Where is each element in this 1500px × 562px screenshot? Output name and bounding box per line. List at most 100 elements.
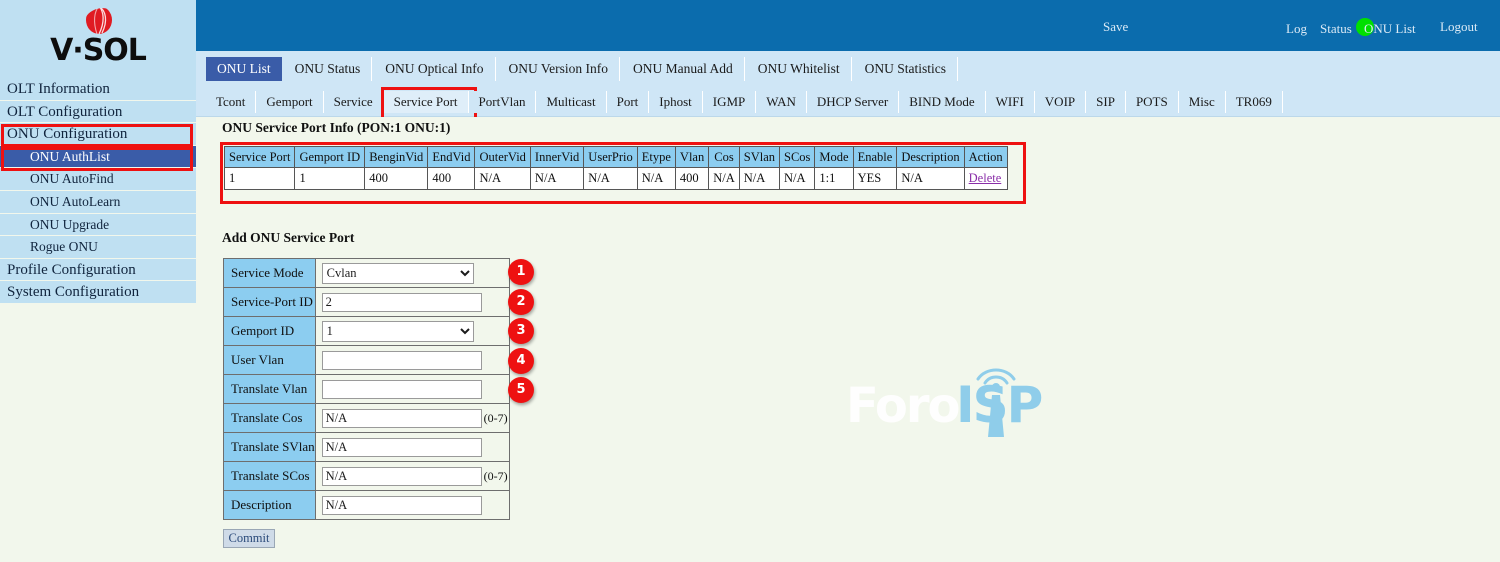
tab-onu-whitelist[interactable]: ONU Whitelist: [746, 57, 852, 81]
subtab-wifi[interactable]: WIFI: [985, 91, 1035, 113]
save-button[interactable]: Save: [1103, 19, 1128, 35]
subtab-service-port[interactable]: Service Port: [380, 87, 477, 123]
service-port-info-table-wrap: Service Port Gemport ID BenginVid EndVid Out…: [220, 142, 1008, 190]
sidebar-item-olt-information[interactable]: OLT Information: [0, 78, 196, 101]
column-header-endvid: EndVid: [427, 146, 476, 168]
description-input[interactable]: [321, 495, 482, 515]
form-row: Translate Cos (0-7): [223, 403, 510, 433]
log-link[interactable]: Log: [1286, 21, 1307, 37]
cell-gemport-id: 1: [294, 167, 366, 190]
form-label-translate-cos: Translate Cos: [223, 403, 316, 433]
form-label-gemport-id: Gemport ID: [223, 316, 316, 346]
sidebar-item-onu-upgrade[interactable]: ONU Upgrade: [0, 213, 196, 237]
delete-link[interactable]: Delete: [969, 171, 1002, 185]
gemport-id-select[interactable]: 1234: [321, 320, 474, 342]
sidebar-item-onu-autofind[interactable]: ONU AutoFind: [0, 168, 196, 191]
sidebar-item-label: Profile Configuration: [7, 261, 136, 278]
service-port-id-input[interactable]: [321, 292, 482, 312]
onu-list-link[interactable]: ONU List: [1364, 21, 1416, 37]
sidebar-item-onu-authlist[interactable]: ONU AuthList: [0, 145, 196, 169]
service-mode-select[interactable]: CvlanTransparentTranslateQinq: [321, 262, 474, 284]
column-header-cos: Cos: [708, 146, 740, 168]
form-field-cell: CvlanTransparentTranslateQinq: [314, 258, 510, 288]
form-field-cell: 1234: [314, 316, 510, 346]
translate-cos-input[interactable]: [321, 408, 482, 428]
cell-vlan: 400: [674, 167, 710, 190]
form-field-cell: [314, 374, 510, 404]
cell-innervid: N/A: [529, 167, 585, 190]
subtab-misc[interactable]: Misc: [1178, 91, 1226, 113]
form-label-description: Description: [223, 490, 316, 520]
cell-endvid: 400: [427, 167, 476, 190]
column-header-benginvid: BenginVid: [364, 146, 429, 168]
watermark-text-right: ISP: [956, 376, 1043, 434]
table-body: 1 1 400 400 N/A N/A N/A N/A 400 N/A N/A N/A 1:1 YES N/…: [223, 167, 1008, 190]
tab-onu-status[interactable]: ONU Status: [283, 57, 373, 81]
subtab-portvlan[interactable]: PortVlan: [468, 91, 537, 113]
add-section-title: Add ONU Service Port: [222, 230, 355, 245]
status-link[interactable]: Status: [1320, 21, 1352, 37]
translate-scos-input[interactable]: [321, 466, 482, 486]
sidebar-item-label: Rogue ONU: [30, 239, 98, 255]
subtab-gemport[interactable]: Gemport: [256, 91, 324, 113]
column-header-userprio: UserPrio: [583, 146, 638, 168]
column-header-innervid: InnerVid: [529, 146, 585, 168]
translate-vlan-input[interactable]: [321, 379, 482, 399]
secondary-tab-bar: Tcont Gemport Service Service Port PortVlan M…: [196, 87, 1500, 123]
form-row: Service-Port ID: [223, 287, 510, 317]
sidebar-item-label: OLT Information: [7, 81, 110, 97]
column-header-description: Description: [896, 146, 965, 168]
form-row: Translate SVlan: [223, 432, 510, 462]
sidebar-item-onu-autolearn[interactable]: ONU AutoLearn: [0, 190, 196, 214]
info-section-title: ONU Service Port Info (PON:1 ONU:1): [222, 120, 451, 135]
table-header-row: Service Port Gemport ID BenginVid EndVid Out…: [223, 146, 1008, 168]
brand-logo-text: V·SOL: [50, 33, 147, 68]
tab-onu-statistics[interactable]: ONU Statistics: [853, 57, 959, 81]
subtab-dhcp-server[interactable]: DHCP Server: [806, 91, 900, 113]
sidebar-item-system-configuration[interactable]: System Configuration: [0, 281, 196, 304]
form-field-cell: [314, 345, 510, 375]
column-header-action: Action: [963, 146, 1008, 168]
form-field-cell: [314, 432, 510, 462]
subtab-multicast[interactable]: Multicast: [536, 91, 607, 113]
sidebar-item-onu-configuration[interactable]: ONU Configuration: [0, 123, 196, 146]
column-header-svlan: SVlan: [738, 146, 781, 168]
subtab-service[interactable]: Service: [323, 91, 384, 113]
sidebar-item-olt-configuration[interactable]: OLT Configuration: [0, 100, 196, 124]
subtab-tr069[interactable]: TR069: [1225, 91, 1283, 113]
subtab-bind-mode[interactable]: BIND Mode: [899, 91, 986, 113]
sidebar-item-profile-configuration[interactable]: Profile Configuration: [0, 258, 196, 282]
brand-logo-area: V·SOL: [0, 0, 196, 78]
commit-button[interactable]: Commit: [223, 529, 275, 548]
foroisp-watermark: Foro ISP: [846, 360, 1056, 440]
subtab-pots[interactable]: POTS: [1125, 91, 1179, 113]
sidebar-item-rogue-onu[interactable]: Rogue ONU: [0, 236, 196, 259]
form-row: Description: [223, 490, 510, 520]
sidebar-item-label: System Configuration: [7, 284, 140, 301]
tab-onu-manual-add[interactable]: ONU Manual Add: [622, 57, 745, 81]
form-label-user-vlan: User Vlan: [223, 345, 316, 375]
form-label-translate-scos: Translate SCos: [223, 461, 316, 491]
form-row: Translate Vlan: [223, 374, 510, 404]
translate-svlan-input[interactable]: [321, 437, 482, 457]
signal-tower-icon: [976, 368, 1016, 437]
form-row: Gemport ID1234: [223, 316, 510, 346]
subtab-port[interactable]: Port: [606, 91, 650, 113]
sidebar-item-label: ONU AutoLearn: [30, 193, 121, 209]
tab-onu-list[interactable]: ONU List: [206, 57, 282, 81]
tab-onu-optical-info[interactable]: ONU Optical Info: [374, 57, 496, 81]
subtab-tcont[interactable]: Tcont: [206, 91, 257, 113]
sidebar-item-label: ONU AuthList: [30, 148, 110, 164]
sidebar-item-label: ONU Upgrade: [30, 216, 110, 232]
user-vlan-input[interactable]: [321, 350, 482, 370]
subtab-wan[interactable]: WAN: [756, 91, 807, 113]
cell-description: N/A: [896, 167, 965, 190]
form-label-translate-svlan: Translate SVlan: [223, 432, 316, 462]
subtab-igmp[interactable]: IGMP: [702, 91, 757, 113]
subtab-sip[interactable]: SIP: [1086, 91, 1126, 113]
logout-link[interactable]: Logout: [1440, 19, 1478, 35]
subtab-voip[interactable]: VOIP: [1034, 91, 1087, 113]
column-header-outervid: OuterVid: [474, 146, 531, 168]
subtab-iphost[interactable]: Iphost: [649, 91, 703, 113]
tab-onu-version-info[interactable]: ONU Version Info: [497, 57, 620, 81]
